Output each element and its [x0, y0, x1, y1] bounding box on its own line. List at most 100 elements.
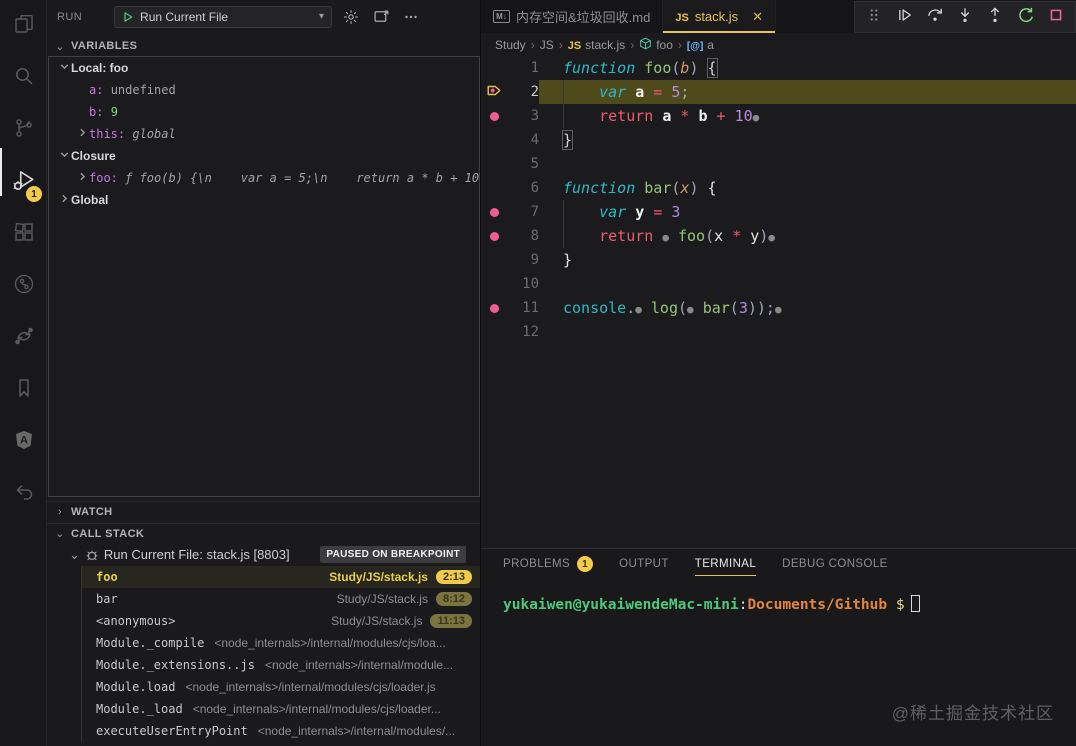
code-editor[interactable]: 1function foo(b) {2 var a = 5;3 return a…: [481, 56, 1076, 548]
git-compare-activity-button[interactable]: [0, 312, 47, 364]
breakpoint-icon: [490, 232, 499, 241]
chevron-down-icon: ⌄: [53, 527, 67, 540]
code-text: }: [563, 131, 572, 149]
search-activity-button[interactable]: [0, 52, 47, 104]
editor-tab[interactable]: M↓内存空间&垃圾回收.md: [481, 0, 663, 33]
breadcrumb-item[interactable]: JSstack.js: [568, 38, 625, 52]
frame-name: Module._compile: [96, 636, 204, 650]
gitlens-activity-button[interactable]: [0, 260, 47, 312]
stack-frame-row[interactable]: Module._compile <node_internals>/internal…: [82, 632, 480, 654]
variable-row[interactable]: this: global: [49, 123, 479, 145]
more-actions-icon[interactable]: [400, 6, 422, 28]
continue-icon: [894, 5, 914, 30]
breadcrumb-label: foo: [656, 38, 673, 52]
chevron-down-icon: [57, 149, 71, 163]
breakpoint-gutter[interactable]: [481, 304, 507, 313]
extensions-activity-button[interactable]: [0, 208, 47, 260]
source-control-icon: [12, 116, 36, 145]
frame-name: Module._extensions..js: [96, 658, 255, 672]
variable-row[interactable]: Global: [49, 189, 479, 211]
breakpoint-gutter[interactable]: [481, 112, 507, 121]
markdown-file-icon: M↓: [493, 10, 510, 23]
panel-tab-debug-console[interactable]: DEBUG CONSOLE: [782, 549, 888, 579]
source-control-activity-button[interactable]: [0, 104, 47, 156]
terminal[interactable]: yukaiwen@yukaiwendeMac-mini:Documents/Gi…: [481, 579, 1076, 613]
code-line: 7 var y = 3: [481, 200, 1076, 224]
panel-tab-terminal[interactable]: TERMINAL: [695, 549, 756, 579]
frame-line-badge: 8:12: [436, 592, 472, 606]
stack-frame-row[interactable]: executeUserEntryPoint<node_internals>/in…: [82, 720, 480, 742]
frame-source: <node_internals>/internal/modules/cjs/lo…: [193, 702, 441, 716]
terminal-dollar: $: [887, 597, 904, 613]
debug-session-row[interactable]: ⌄ Run Current File: stack.js [8803] PAUS…: [47, 543, 480, 566]
line-number: 10: [507, 276, 539, 292]
stack-frame-row[interactable]: Module._load <node_internals>/internal/mo…: [82, 698, 480, 720]
terminal-path: Documents/Github: [747, 597, 887, 613]
stack-frame-row[interactable]: Module.load<node_internals>/internal/mod…: [82, 676, 480, 698]
line-number: 4: [507, 132, 539, 148]
stop-button[interactable]: [1043, 4, 1069, 30]
angular-activity-button[interactable]: A: [0, 416, 47, 468]
search-icon: [12, 64, 36, 93]
breakpoint-gutter[interactable]: [481, 208, 507, 217]
variable-row[interactable]: b: 9: [49, 101, 479, 123]
frame-source: <node_internals>/internal/modules/...: [258, 724, 455, 738]
line-number: 5: [507, 156, 539, 172]
step-over-button[interactable]: [922, 4, 948, 30]
frame-name: Module._load: [96, 702, 183, 716]
variable-value: 9: [111, 105, 118, 119]
code-line: 11console.● log(● bar(3));●: [481, 296, 1076, 320]
gear-icon[interactable]: [340, 6, 362, 28]
code-line: 2 var a = 5;: [481, 80, 1076, 104]
breakpoint-icon: [490, 112, 499, 121]
git-compare-icon: [12, 324, 36, 353]
stack-frame-row[interactable]: barStudy/JS/stack.js8:12: [82, 588, 480, 610]
bookmark-icon: [12, 376, 36, 405]
restart-button[interactable]: [1013, 4, 1039, 30]
launch-config-dropdown[interactable]: Run Current File ▾: [114, 6, 332, 28]
variable-value: undefined: [111, 83, 176, 97]
editor-tab[interactable]: JSstack.js✕: [663, 0, 776, 33]
callstack-section-header[interactable]: ⌄ CALL STACK: [47, 523, 480, 543]
step-over-icon: [925, 5, 945, 30]
frame-source: <node_internals>/internal/modules/cjs/lo…: [214, 636, 445, 650]
variable-row[interactable]: Local: foo: [49, 57, 479, 79]
breadcrumb-item[interactable]: [@]a: [687, 38, 714, 52]
breakpoint-icon: [490, 208, 499, 217]
stack-frame-row[interactable]: Module._extensions..js<node_internals>/i…: [82, 654, 480, 676]
variable-row[interactable]: a: undefined: [49, 79, 479, 101]
variable-row[interactable]: foo: ƒ foo(b) {\n var a = 5;\n return a …: [49, 167, 479, 189]
panel-tab-output[interactable]: OUTPUT: [619, 549, 669, 579]
frame-line-badge: 11:13: [430, 614, 472, 628]
run-debug-activity-button[interactable]: 1: [0, 156, 47, 208]
breadcrumb-item[interactable]: JS: [540, 38, 554, 52]
files-activity-button[interactable]: [0, 0, 47, 52]
gripper-button[interactable]: [861, 4, 887, 30]
editor-group: M↓内存空间&垃圾回收.mdJSstack.js✕ Study›JS›JSsta…: [481, 0, 1076, 746]
breadcrumb-item[interactable]: Study: [495, 38, 526, 52]
watch-section-header[interactable]: › WATCH: [47, 501, 480, 521]
back-arrow-icon: [12, 480, 36, 509]
stack-frame-row[interactable]: fooStudy/JS/stack.js2:13: [82, 566, 480, 588]
code-line: 12: [481, 320, 1076, 344]
bookmark-activity-button[interactable]: [0, 364, 47, 416]
close-icon[interactable]: ✕: [752, 9, 763, 25]
breadcrumb-label: Study: [495, 38, 526, 52]
frame-source: Study/JS/stack.js: [337, 592, 428, 606]
symbol-cube-icon: [639, 37, 652, 53]
panel-tab-problems[interactable]: PROBLEMS1: [503, 549, 593, 579]
step-out-button[interactable]: [982, 4, 1008, 30]
callstack-tree: ⌄ Run Current File: stack.js [8803] PAUS…: [47, 543, 480, 746]
variable-row[interactable]: Closure: [49, 145, 479, 167]
debug-console-window-icon[interactable]: [370, 6, 392, 28]
variables-section-header[interactable]: ⌄ VARIABLES: [47, 36, 480, 56]
breakpoint-gutter[interactable]: [481, 83, 507, 102]
step-into-button[interactable]: [952, 4, 978, 30]
stack-frame-row[interactable]: <anonymous>Study/JS/stack.js11:13: [82, 610, 480, 632]
frame-source: <node_internals>/internal/modules/cjs/lo…: [185, 680, 435, 694]
breakpoint-gutter[interactable]: [481, 232, 507, 241]
continue-button[interactable]: [891, 4, 917, 30]
back-arrow-activity-button[interactable]: [0, 468, 47, 520]
line-number: 8: [507, 228, 539, 244]
breadcrumb-item[interactable]: foo: [639, 37, 673, 53]
